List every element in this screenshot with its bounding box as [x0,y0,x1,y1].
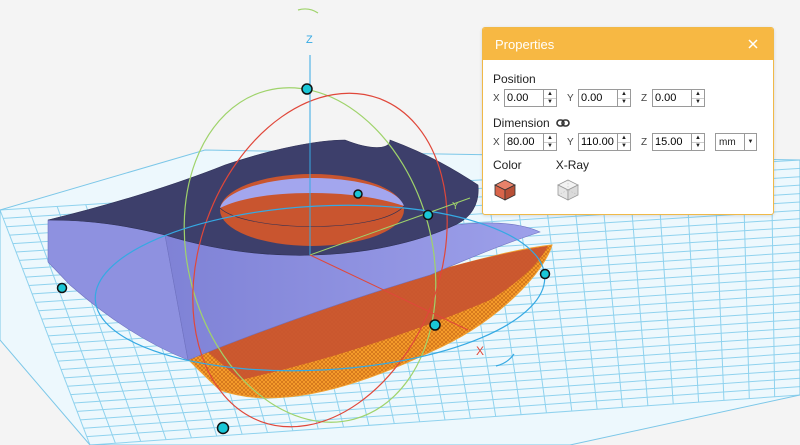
gizmo-handle[interactable] [429,319,441,331]
decrement-icon[interactable]: ▼ [692,141,704,151]
increment-icon[interactable]: ▲ [692,134,704,142]
close-icon[interactable] [745,36,761,52]
properties-panel: Properties Position X ▲▼ Y ▲▼ Z ▲▼ Dimen [482,27,774,215]
increment-icon[interactable]: ▲ [618,90,630,98]
dimension-y-stepper[interactable]: ▲▼ [578,133,631,151]
decrement-icon[interactable]: ▼ [692,97,704,107]
increment-icon[interactable]: ▲ [618,134,630,142]
position-x-label: X [493,92,500,104]
gizmo-handle[interactable] [301,83,313,95]
increment-icon[interactable]: ▲ [544,134,556,142]
dimension-z-input[interactable] [653,135,691,149]
position-y-input[interactable] [579,91,617,105]
xray-label: X-Ray [555,158,590,172]
position-x-input[interactable] [505,91,543,105]
position-z-stepper[interactable]: ▲▼ [652,89,705,107]
link-icon[interactable] [555,118,570,128]
position-label: Position [493,72,536,86]
gizmo-handle[interactable] [56,282,68,294]
gizmo-handle[interactable] [353,189,363,199]
unit-select[interactable]: mm ▼ [715,133,757,151]
position-x-stepper[interactable]: ▲▼ [504,89,557,107]
chevron-down-icon[interactable]: ▼ [744,134,756,150]
dimension-z-stepper[interactable]: ▲▼ [652,133,705,151]
axis-x-label: X [476,344,484,358]
position-y-label: Y [567,92,574,104]
unit-value: mm [719,136,736,148]
decrement-icon[interactable]: ▼ [544,97,556,107]
dimension-x-input[interactable] [505,135,543,149]
gizmo-handle[interactable] [422,209,434,221]
position-y-stepper[interactable]: ▲▼ [578,89,631,107]
decrement-icon[interactable]: ▼ [618,97,630,107]
dimension-y-label: Y [567,136,574,148]
dimension-z-label: Z [641,136,648,148]
gizmo-handle[interactable] [216,421,230,435]
gizmo-handle[interactable] [539,268,551,280]
dimension-row: X ▲▼ Y ▲▼ Z ▲▼ mm ▼ [493,132,763,152]
color-cube-icon[interactable] [493,179,517,205]
axis-y-label: Y [452,201,459,212]
increment-icon[interactable]: ▲ [692,90,704,98]
decrement-icon[interactable]: ▼ [618,141,630,151]
decrement-icon[interactable]: ▼ [544,141,556,151]
color-label: Color [493,158,522,172]
position-z-label: Z [641,92,648,104]
dimension-x-label: X [493,136,500,148]
dimension-x-stepper[interactable]: ▲▼ [504,133,557,151]
xray-cube-icon[interactable] [556,179,580,205]
properties-title: Properties [495,36,555,52]
position-z-input[interactable] [653,91,691,105]
position-row: X ▲▼ Y ▲▼ Z ▲▼ [493,88,763,108]
dimension-label: Dimension [493,116,550,130]
increment-icon[interactable]: ▲ [544,90,556,98]
dimension-y-input[interactable] [579,135,617,149]
properties-header[interactable]: Properties [483,28,773,60]
axis-z-label: Z [306,34,313,46]
